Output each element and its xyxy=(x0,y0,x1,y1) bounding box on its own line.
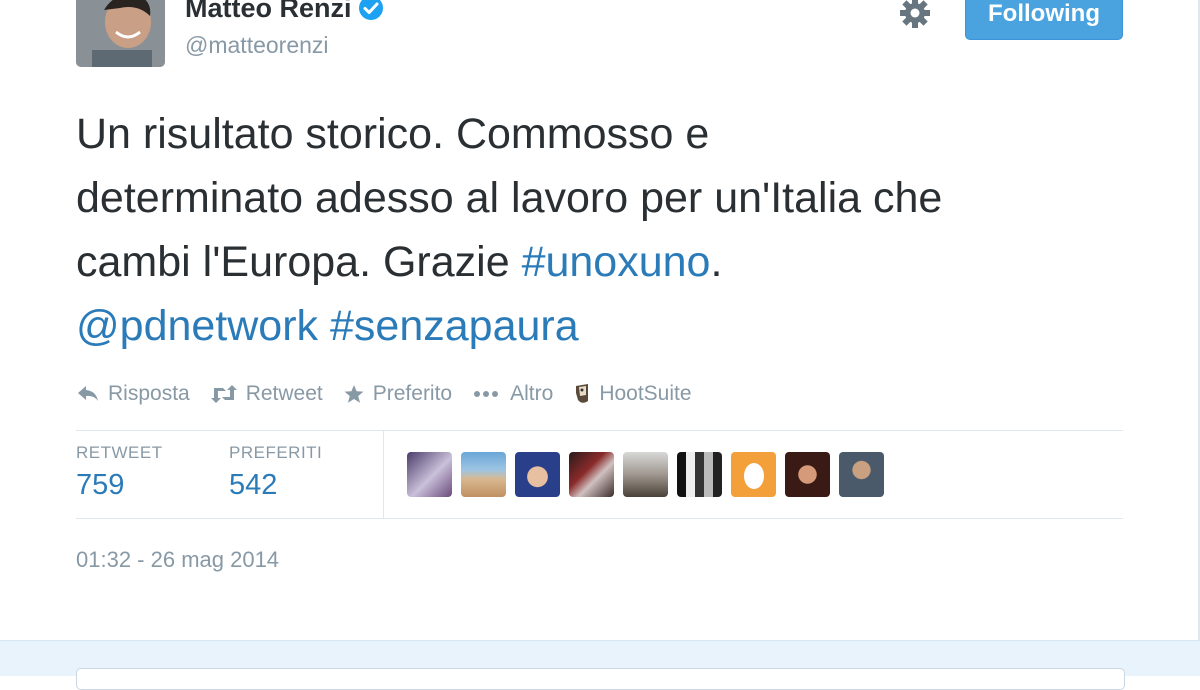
tweet-text-segment: . xyxy=(710,238,723,286)
author-name[interactable]: Matteo Renzi xyxy=(185,0,352,24)
reply-input[interactable] xyxy=(76,668,1125,690)
user-avatar[interactable] xyxy=(677,452,722,497)
more-action[interactable]: Altro xyxy=(472,382,553,406)
user-avatar[interactable] xyxy=(407,452,452,497)
retweet-count-label: RETWEET xyxy=(76,443,163,462)
favorite-count-label: PREFERITI xyxy=(229,443,323,462)
user-avatar[interactable] xyxy=(569,452,614,497)
hashtag-link[interactable]: #senzapaura xyxy=(330,302,579,350)
divider xyxy=(76,430,1123,431)
retweet-icon xyxy=(210,385,237,403)
following-button[interactable]: Following xyxy=(965,0,1123,40)
favoriters-avatars xyxy=(407,452,893,497)
stats-divider xyxy=(383,431,384,518)
favorite-action[interactable]: Preferito xyxy=(343,382,452,406)
favorite-count: 542 xyxy=(229,469,278,501)
more-label: Altro xyxy=(510,382,554,405)
avatar-photo xyxy=(76,0,165,67)
divider xyxy=(76,518,1123,519)
retweet-action[interactable]: Retweet xyxy=(210,382,323,406)
egg-icon xyxy=(743,462,764,489)
user-avatar[interactable] xyxy=(515,452,560,497)
gear-icon[interactable] xyxy=(895,0,935,32)
more-icon xyxy=(474,391,499,397)
hootsuite-action[interactable]: HootSuite xyxy=(573,382,692,406)
tweet-actions: Risposta Retweet Preferito Altro HootSui… xyxy=(76,378,712,410)
star-icon xyxy=(344,385,364,403)
author-name-row[interactable]: Matteo Renzi xyxy=(185,0,384,28)
tweet-line-3: cambi l'Europa. Grazie #unoxuno. xyxy=(76,230,1156,294)
user-avatar[interactable] xyxy=(839,452,884,497)
retweet-label: Retweet xyxy=(245,382,323,405)
user-avatar[interactable] xyxy=(785,452,830,497)
mention-link[interactable]: @pdnetwork xyxy=(76,302,318,350)
tweet-timestamp[interactable]: 01:32 - 26 mag 2014 xyxy=(76,547,279,573)
avatar[interactable] xyxy=(76,0,165,67)
tweet-text-segment: cambi l'Europa. Grazie xyxy=(76,238,522,286)
hootsuite-label: HootSuite xyxy=(599,382,692,405)
tweet-line-2: determinato adesso al lavoro per un'Ital… xyxy=(76,174,943,222)
reply-action[interactable]: Risposta xyxy=(76,382,190,406)
egg-avatar[interactable] xyxy=(731,452,776,497)
hootsuite-icon xyxy=(576,384,589,403)
user-avatar[interactable] xyxy=(623,452,668,497)
retweet-stat[interactable]: RETWEET 759 xyxy=(76,443,163,502)
tweet-line-4: @pdnetwork #senzapaura xyxy=(76,294,1156,358)
favorite-stat[interactable]: PREFERITI 542 xyxy=(229,443,322,502)
tweet-text: Un risultato storico. Commosso e determi… xyxy=(76,102,1156,358)
tweet-line-1: Un risultato storico. Commosso e xyxy=(76,110,710,158)
retweet-count: 759 xyxy=(76,469,125,501)
reply-icon xyxy=(78,386,98,401)
favorite-label: Preferito xyxy=(372,382,453,405)
reply-label: Risposta xyxy=(108,382,190,405)
verified-badge-icon xyxy=(358,0,384,21)
user-avatar[interactable] xyxy=(461,452,506,497)
author-handle[interactable]: @matteorenzi xyxy=(185,32,329,59)
hashtag-link[interactable]: #unoxuno xyxy=(522,238,711,286)
